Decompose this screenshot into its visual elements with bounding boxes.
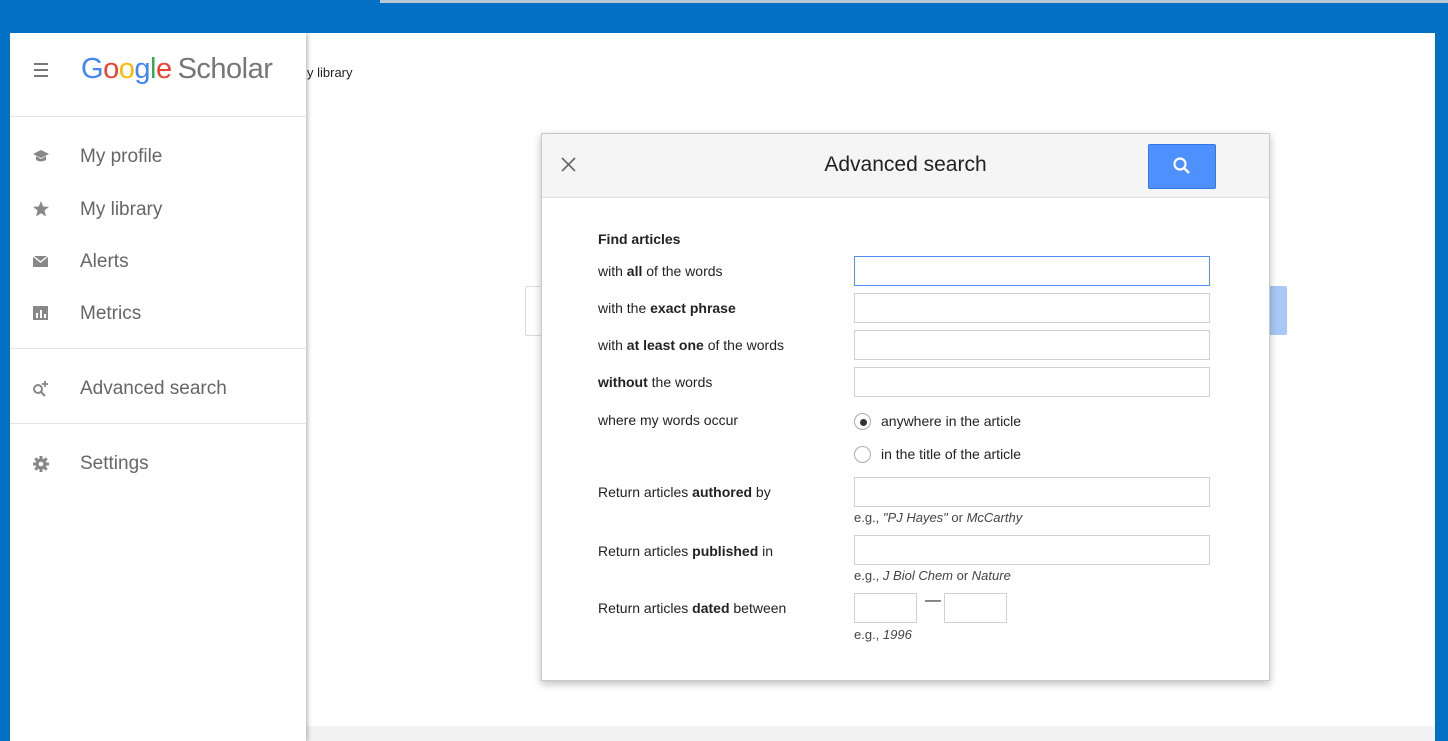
bar-chart-icon [32,305,50,321]
radio-button[interactable] [854,446,871,463]
radio-button[interactable] [854,413,871,430]
google-scholar-logo[interactable]: Google Scholar [81,53,273,86]
date-range-separator: — [925,592,941,609]
menu-icon[interactable] [34,63,48,77]
author-input[interactable] [854,477,1210,507]
advanced-search-dialog: Advanced search Find articles with all o… [541,133,1270,681]
at-least-one-input[interactable] [854,330,1210,360]
top-window-strip [380,0,1448,3]
graduation-cap-icon [32,148,50,164]
sidebar-item-settings[interactable]: Settings [10,443,306,483]
date-hint: e.g., 1996 [854,627,912,642]
search-button[interactable] [1148,144,1216,189]
year-to-input[interactable] [944,593,1007,623]
sidebar-item-metrics[interactable]: Metrics [10,293,306,333]
publication-hint: e.g., J Biol Chem or Nature [854,568,1011,583]
drawer-header: Google Scholar [10,33,306,117]
navigation-drawer: Google Scholar My profile My library Aler… [10,33,306,741]
envelope-icon [32,253,50,269]
word-occurrence-label: where my words occur [598,412,739,428]
scholar-page: y library Google Scholar My profile My li… [10,33,1435,741]
sidebar-item-advanced-search[interactable]: Advanced search [10,368,306,408]
exact-phrase-label: with the exact phrase [598,300,736,316]
dialog-header: Advanced search [542,134,1269,198]
sidebar-item-alerts[interactable]: Alerts [10,241,306,281]
all-words-label: with all of the words [598,263,723,279]
sidebar-item-my-profile[interactable]: My profile [10,136,306,176]
star-icon [32,201,50,217]
at-least-one-label: with at least one of the words [598,337,784,353]
background-nav-link[interactable]: y library [307,65,353,80]
search-plus-icon [32,380,50,397]
dated-label: Return articles dated between [598,600,787,616]
gear-icon [32,455,50,472]
authored-label: Return articles authored by [598,484,771,500]
published-label: Return articles published in [598,543,774,559]
author-hint: e.g., "PJ Hayes" or McCarthy [854,510,1023,525]
drawer-divider [10,348,306,349]
exact-phrase-input[interactable] [854,293,1210,323]
without-words-label: without the words [598,374,713,390]
drawer-divider [10,423,306,424]
year-from-input[interactable] [854,593,917,623]
form-heading: Find articles [598,231,681,247]
without-words-input[interactable] [854,367,1210,397]
publication-input[interactable] [854,535,1210,565]
all-words-input[interactable] [854,256,1210,286]
sidebar-item-my-library[interactable]: My library [10,189,306,229]
search-icon [1172,156,1192,181]
